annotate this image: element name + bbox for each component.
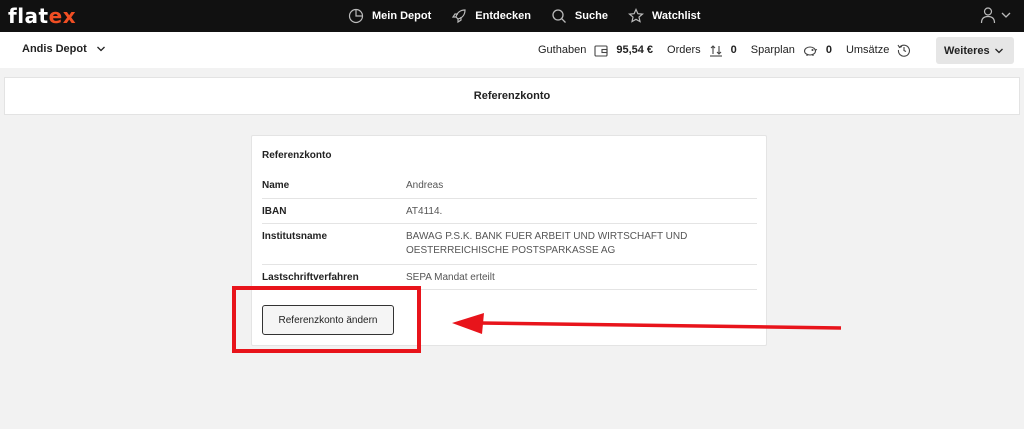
wallet-icon [594, 44, 608, 57]
detail-row-iban: IBAN AT4114. [262, 199, 757, 224]
main-nav: Mein Depot Entdecken Suche Watchlist [348, 0, 720, 32]
row-label: Name [262, 180, 290, 191]
stat-sparplan[interactable]: Sparplan 0 [751, 44, 832, 57]
row-value: BAWAG P.S.K. BANK FUER ARBEIT UND WIRTSC… [406, 231, 688, 256]
detail-row-name: Name Andreas [262, 174, 757, 199]
buy-sell-icon [709, 44, 722, 57]
row-value: SEPA Mandat erteilt [406, 272, 495, 283]
search-icon [552, 9, 566, 23]
row-value: Andreas [406, 180, 444, 191]
more-button[interactable]: Weiteres [936, 37, 1014, 64]
flatex-logo[interactable]: flat ex [8, 4, 76, 28]
highlight-box [232, 286, 421, 353]
row-label: Institutsname [262, 231, 328, 242]
account-stats: Guthaben 95,54 € Orders 0 Sparplan 0 Ums… [538, 32, 925, 68]
chevron-down-icon [1001, 12, 1011, 18]
chevron-down-icon [96, 46, 105, 52]
stat-orders[interactable]: Orders 0 [667, 44, 737, 57]
row-label: IBAN [262, 206, 287, 217]
nav-suche[interactable]: Suche [551, 8, 608, 24]
row-value: AT4114. [406, 206, 443, 217]
top-navbar: flat ex Mein Depot Entdecken Suche Watchl… [0, 0, 1024, 32]
detail-row-institutsname: Institutsname BAWAG P.S.K. BANK FUER ARB… [262, 224, 757, 265]
stat-umsaetze[interactable]: Umsätze [846, 43, 911, 57]
depot-bar: Andis Depot Guthaben 95,54 € Orders 0 Sp… [0, 32, 1024, 68]
nav-mein-depot[interactable]: Mein Depot [348, 8, 431, 24]
chevron-down-icon [995, 48, 1003, 54]
nav-watchlist[interactable]: Watchlist [627, 8, 700, 24]
user-icon [980, 7, 996, 24]
pie-chart-icon [348, 8, 364, 24]
rocket-icon [452, 9, 466, 24]
row-label: Lastschriftverfahren [262, 272, 359, 283]
nav-entdecken[interactable]: Entdecken [451, 8, 531, 24]
user-menu[interactable] [980, 6, 1012, 24]
card-title: Referenzkonto [262, 150, 332, 161]
star-icon [627, 8, 644, 23]
annotation-arrow [452, 313, 842, 334]
page-title: Referenzkonto [4, 77, 1020, 115]
stat-guthaben[interactable]: Guthaben 95,54 € [538, 44, 653, 57]
depot-selector[interactable]: Andis Depot [22, 43, 106, 55]
history-icon [897, 44, 911, 57]
piggy-bank-icon [803, 45, 818, 56]
